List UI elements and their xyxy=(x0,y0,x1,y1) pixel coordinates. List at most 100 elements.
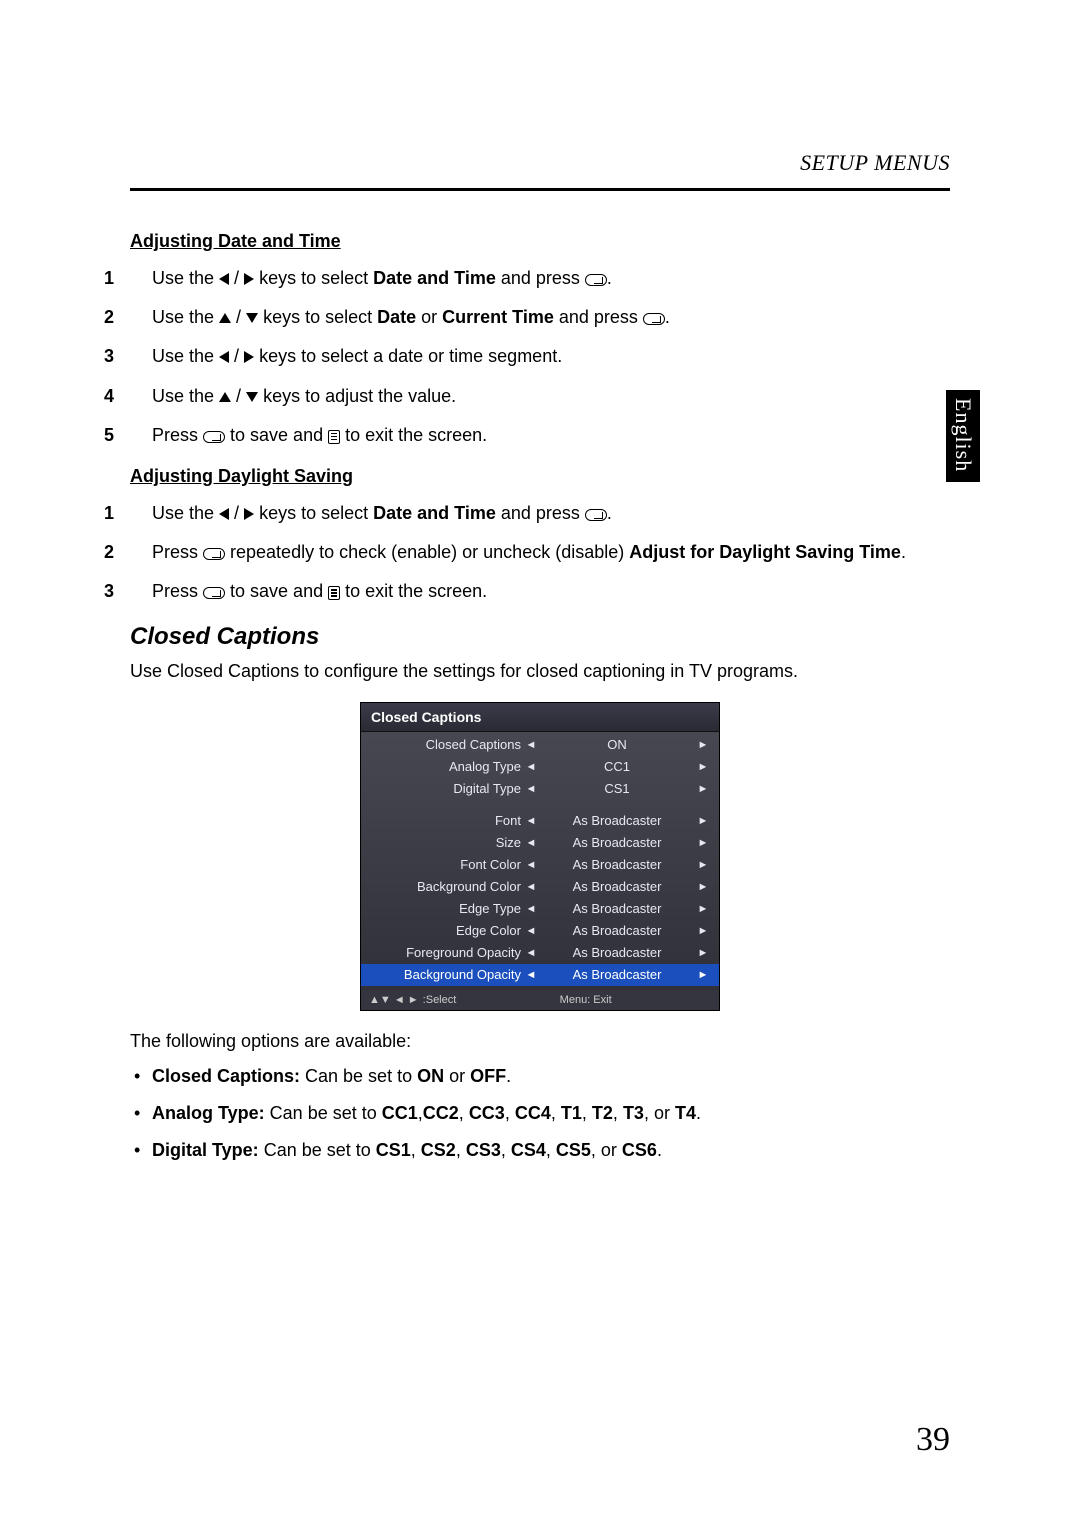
step-2: 2Use the / keys to select Date or Curren… xyxy=(130,305,950,330)
bold-text: CS4 xyxy=(511,1140,546,1160)
enter-icon xyxy=(585,274,607,286)
right-arrow-icon[interactable]: ► xyxy=(695,783,711,795)
text: Can be set to xyxy=(265,1103,382,1123)
enter-icon xyxy=(203,431,225,443)
menu-row-value: As Broadcaster xyxy=(539,857,695,872)
left-arrow-icon[interactable]: ◄ xyxy=(523,859,539,871)
step-3: 3Use the / keys to select a date or time… xyxy=(130,344,950,369)
menu-row[interactable]: Background Opacity◄As Broadcaster► xyxy=(361,964,719,986)
left-arrow-icon[interactable]: ◄ xyxy=(523,881,539,893)
option-closed-captions: Closed Captions: Can be set to ON or OFF… xyxy=(152,1064,950,1089)
section-title-closed-captions: Closed Captions xyxy=(130,623,950,651)
header-title: SETUP MENUS xyxy=(130,150,950,176)
bold-text: T3 xyxy=(623,1103,644,1123)
step-1: 1Use the / keys to select Date and Time … xyxy=(130,266,950,291)
right-arrow-icon[interactable]: ► xyxy=(695,837,711,849)
text: and press xyxy=(496,268,585,288)
menu-row-value: As Broadcaster xyxy=(539,901,695,916)
text: Use the xyxy=(152,307,219,327)
bold-text: T1 xyxy=(561,1103,582,1123)
text: Use the xyxy=(152,386,219,406)
right-arrow-icon[interactable]: ► xyxy=(695,881,711,893)
right-arrow-icon[interactable]: ► xyxy=(695,947,711,959)
menu-row-label: Digital Type xyxy=(361,781,523,796)
bold-text: CS2 xyxy=(421,1140,456,1160)
up-arrow-icon xyxy=(219,392,231,402)
menu-row[interactable]: Background Color◄As Broadcaster► xyxy=(361,876,719,898)
right-arrow-icon[interactable]: ► xyxy=(695,903,711,915)
enter-icon xyxy=(203,548,225,560)
menu-row-value: As Broadcaster xyxy=(539,879,695,894)
menu-row[interactable]: Edge Type◄As Broadcaster► xyxy=(361,898,719,920)
step-2: 2Press repeatedly to check (enable) or u… xyxy=(130,540,950,565)
bold-text: CS3 xyxy=(466,1140,501,1160)
text: keys to select xyxy=(258,307,377,327)
menu-row-value: ON xyxy=(539,737,695,752)
left-arrow-icon[interactable]: ◄ xyxy=(523,815,539,827)
menu-row[interactable]: Font Color◄As Broadcaster► xyxy=(361,854,719,876)
left-arrow-icon[interactable]: ◄ xyxy=(523,783,539,795)
text: and press xyxy=(496,503,585,523)
right-arrow-icon xyxy=(244,273,254,285)
menu-row-label: Edge Type xyxy=(361,901,523,916)
footer-menu-exit: Menu: Exit xyxy=(560,994,612,1006)
bold-text: Date and Time xyxy=(373,503,496,523)
left-arrow-icon[interactable]: ◄ xyxy=(523,739,539,751)
menu-row-label: Foreground Opacity xyxy=(361,945,523,960)
menu-row-value: As Broadcaster xyxy=(539,923,695,938)
menu-row-label: Analog Type xyxy=(361,759,523,774)
text: keys to adjust the value. xyxy=(258,386,456,406)
menu-row[interactable]: Closed Captions◄ON► xyxy=(361,734,719,756)
left-arrow-icon[interactable]: ◄ xyxy=(523,969,539,981)
menu-row-label: Edge Color xyxy=(361,923,523,938)
bold-text: CC4 xyxy=(515,1103,551,1123)
language-tab: English xyxy=(946,390,980,482)
menu-row-label: Font Color xyxy=(361,857,523,872)
heading-adjust-date-time: Adjusting Date and Time xyxy=(130,231,950,252)
steps-adjust-date-time: 1Use the / keys to select Date and Time … xyxy=(130,266,950,448)
right-arrow-icon[interactable]: ► xyxy=(695,739,711,751)
text: and press xyxy=(554,307,643,327)
left-arrow-icon xyxy=(219,273,229,285)
bold-text: Adjust for Daylight Saving Time xyxy=(629,542,901,562)
bold-text: ON xyxy=(417,1066,444,1086)
text: Use the xyxy=(152,503,219,523)
menu-row[interactable]: Foreground Opacity◄As Broadcaster► xyxy=(361,942,719,964)
left-arrow-icon[interactable]: ◄ xyxy=(523,837,539,849)
menu-row[interactable]: Size◄As Broadcaster► xyxy=(361,832,719,854)
bold-text: CS5 xyxy=(556,1140,591,1160)
bold-text: CS6 xyxy=(622,1140,657,1160)
menu-row[interactable]: Analog Type◄CC1► xyxy=(361,756,719,778)
menu-row-value: As Broadcaster xyxy=(539,945,695,960)
option-analog-type: Analog Type: Can be set to CC1,CC2, CC3,… xyxy=(152,1101,950,1126)
option-digital-type: Digital Type: Can be set to CS1, CS2, CS… xyxy=(152,1138,950,1163)
down-arrow-icon xyxy=(246,392,258,402)
right-arrow-icon[interactable]: ► xyxy=(695,859,711,871)
left-arrow-icon[interactable]: ◄ xyxy=(523,947,539,959)
left-arrow-icon[interactable]: ◄ xyxy=(523,761,539,773)
right-arrow-icon[interactable]: ► xyxy=(695,761,711,773)
bold-text: Date xyxy=(377,307,416,327)
bold-text: Current Time xyxy=(442,307,554,327)
step-3: 3Press to save and to exit the screen. xyxy=(130,579,950,604)
bold-text: CC3 xyxy=(469,1103,505,1123)
bold-text: CC2 xyxy=(423,1103,459,1123)
step-4: 4Use the / keys to adjust the value. xyxy=(130,384,950,409)
text: to save and xyxy=(225,581,328,601)
left-arrow-icon[interactable]: ◄ xyxy=(523,925,539,937)
menu-row-label: Font xyxy=(361,813,523,828)
enter-icon xyxy=(203,587,225,599)
right-arrow-icon[interactable]: ► xyxy=(695,969,711,981)
left-arrow-icon[interactable]: ◄ xyxy=(523,903,539,915)
menu-row[interactable]: Digital Type◄CS1► xyxy=(361,778,719,800)
step-5: 5Press to save and to exit the screen. xyxy=(130,423,950,448)
text: keys to select xyxy=(254,503,373,523)
right-arrow-icon[interactable]: ► xyxy=(695,925,711,937)
menu-row[interactable]: Font◄As Broadcaster► xyxy=(361,810,719,832)
closed-captions-menu-panel: Closed Captions Closed Captions◄ON►Analo… xyxy=(360,702,720,1011)
right-arrow-icon[interactable]: ► xyxy=(695,815,711,827)
menu-row-value: As Broadcaster xyxy=(539,967,695,982)
down-arrow-icon xyxy=(246,313,258,323)
menu-row-value: CC1 xyxy=(539,759,695,774)
menu-row[interactable]: Edge Color◄As Broadcaster► xyxy=(361,920,719,942)
